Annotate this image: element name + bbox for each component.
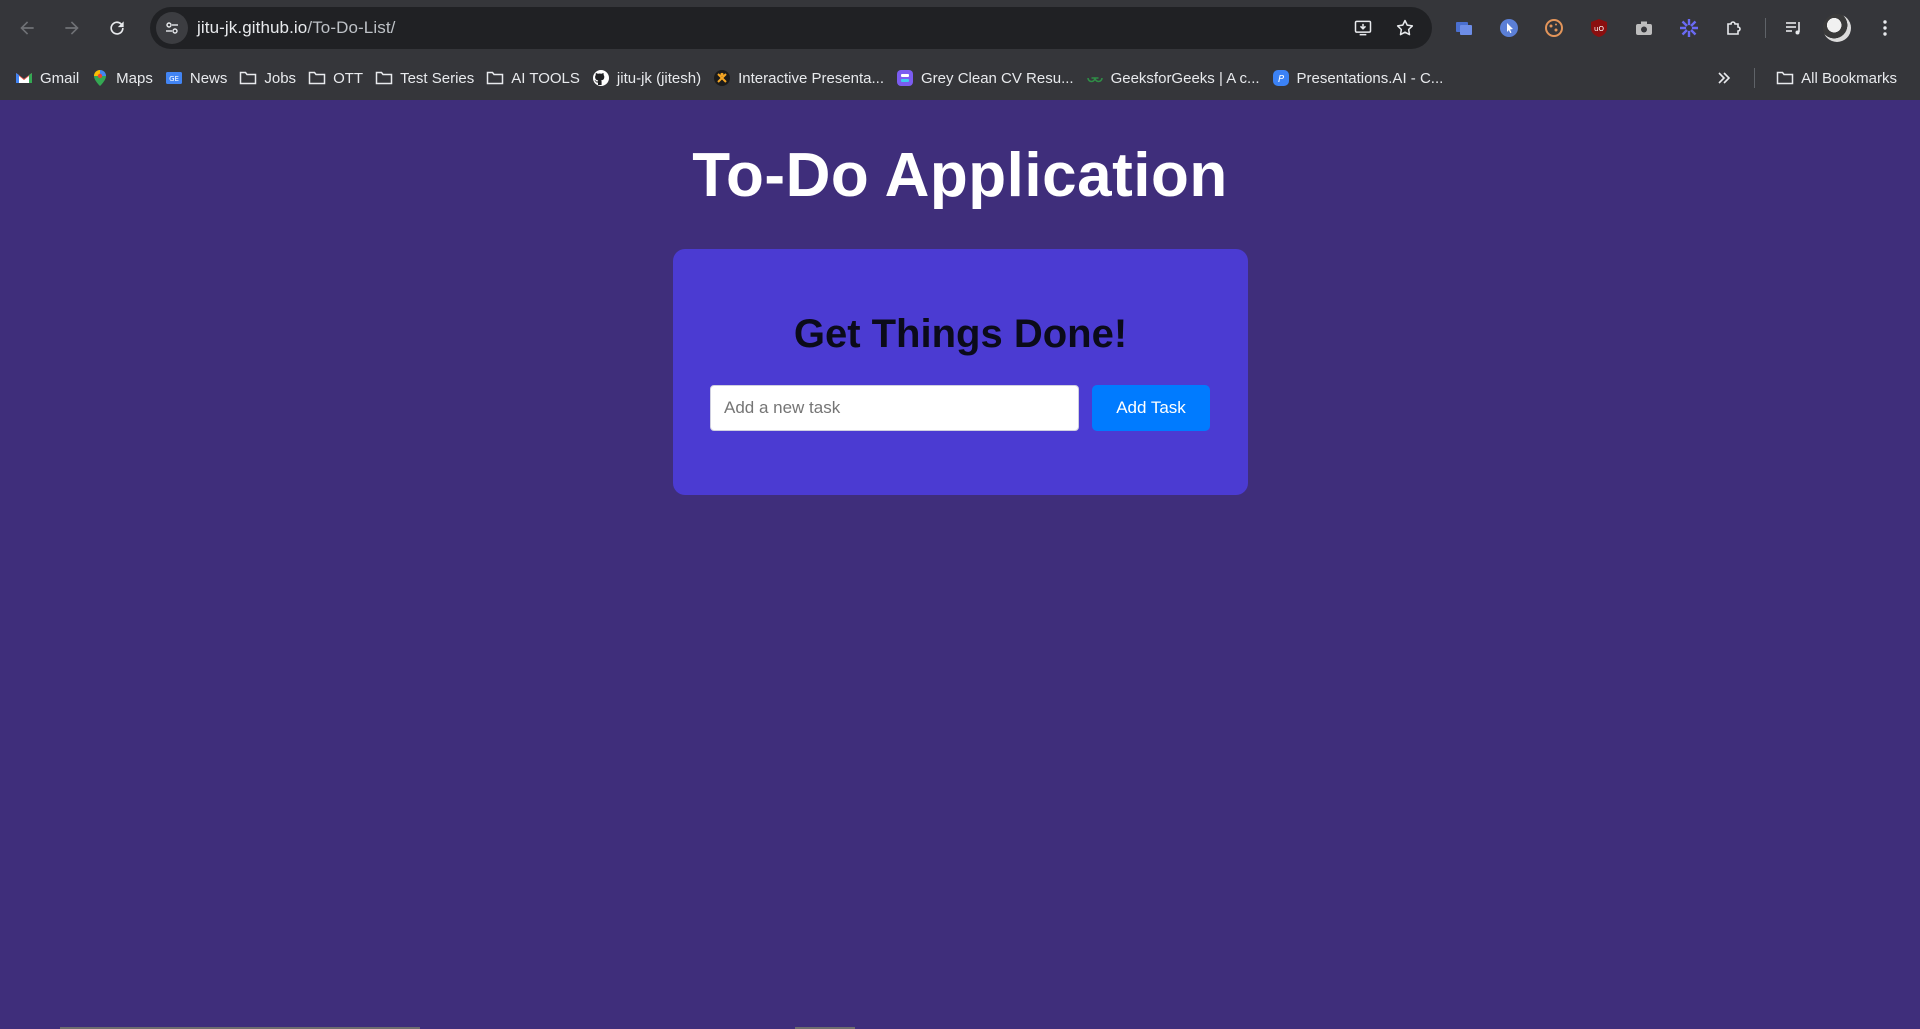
bookmark-interactive-presentation[interactable]: Interactive Presenta... (710, 62, 893, 94)
all-bookmarks-label: All Bookmarks (1801, 69, 1897, 87)
todo-card: Get Things Done! Add Task (673, 249, 1248, 495)
chevron-double-right-icon (1718, 72, 1731, 84)
extension-ublock[interactable]: uO (1583, 12, 1615, 44)
page-content: To-Do Application Get Things Done! Add T… (0, 100, 1920, 1029)
cookie-icon (1545, 19, 1563, 37)
cursor-icon (1500, 19, 1518, 37)
bookmarks-bar: Gmail Maps GE News Jobs OTT Test Series … (0, 56, 1920, 100)
bookmark-gmail[interactable]: Gmail (12, 62, 88, 94)
bookmark-label: Interactive Presenta... (738, 69, 885, 87)
all-bookmarks-button[interactable]: All Bookmarks (1773, 62, 1906, 94)
bookmark-label: Test Series (400, 69, 475, 87)
presentations-ai-icon: P (1272, 69, 1290, 87)
bookmark-label: AI TOOLS (511, 69, 580, 87)
bookmark-label: jitu-jk (jitesh) (616, 69, 702, 87)
folder-icon (308, 69, 326, 87)
folder-icon (486, 69, 504, 87)
gmail-icon (15, 69, 33, 87)
camera-icon (1636, 21, 1652, 35)
bookmark-folder-test-series[interactable]: Test Series (372, 62, 483, 94)
new-task-input[interactable] (710, 385, 1079, 431)
ublock-icon: uO (1591, 19, 1607, 37)
profile-avatar[interactable] (1823, 14, 1851, 42)
bookmark-label: Presentations.AI - C... (1296, 69, 1444, 87)
canva-icon (896, 69, 914, 87)
folder-icon (375, 69, 393, 87)
reload-button[interactable] (99, 10, 135, 46)
extensions-area: uO (1448, 12, 1901, 44)
folder-icon (239, 69, 257, 87)
queue-music-icon (1786, 22, 1800, 35)
tune-icon (166, 22, 178, 34)
address-bar[interactable]: jitu-jk.github.io/To-Do-List/ (150, 7, 1432, 49)
bookmarks-overflow-button[interactable] (1710, 64, 1738, 92)
install-app-button[interactable] (1350, 15, 1376, 41)
bookmark-label: News (189, 69, 228, 87)
bookmark-label: Gmail (40, 69, 80, 87)
forward-arrow-icon (65, 21, 79, 35)
toolbar-separator (1765, 18, 1766, 38)
bookmark-news[interactable]: GE News (162, 62, 237, 94)
bookmark-label: OTT (333, 69, 364, 87)
star-icon (1396, 19, 1414, 36)
site-info-button[interactable] (156, 12, 188, 44)
bookmark-folder-jobs[interactable]: Jobs (236, 62, 305, 94)
extension-tab-manager[interactable] (1448, 12, 1480, 44)
burst-icon (1680, 19, 1698, 37)
folder-icon (1776, 69, 1794, 87)
bookmark-maps[interactable]: Maps (88, 62, 162, 94)
bookmark-star-button[interactable] (1392, 15, 1418, 41)
add-task-button[interactable]: Add Task (1092, 385, 1210, 431)
geeksforgeeks-icon (1086, 69, 1104, 87)
maps-icon (91, 69, 109, 87)
bookmark-label: Jobs (264, 69, 297, 87)
url-path: /To-Do-List/ (307, 18, 396, 37)
browser-toolbar: jitu-jk.github.io/To-Do-List/ uO (0, 0, 1920, 56)
bookmark-github[interactable]: jitu-jk (jitesh) (589, 62, 710, 94)
url-host: jitu-jk.github.io (197, 18, 308, 37)
presentation-icon (713, 69, 731, 87)
bookmarks-separator (1754, 68, 1756, 88)
more-vert-icon (1883, 20, 1887, 36)
svg-text:P: P (1278, 74, 1285, 85)
news-icon: GE (165, 69, 183, 87)
card-title: Get Things Done! (793, 312, 1128, 356)
github-icon (592, 69, 610, 87)
media-controls-button[interactable] (1778, 12, 1810, 44)
extensions-menu-button[interactable] (1718, 12, 1750, 44)
back-button[interactable] (9, 10, 45, 46)
svg-text:GE: GE (169, 75, 179, 83)
windows-icon (1456, 22, 1472, 35)
reload-icon (110, 21, 124, 35)
bookmark-geeksforgeeks[interactable]: GeeksforGeeks | A c... (1083, 62, 1269, 94)
extension-screenshot[interactable] (1628, 12, 1660, 44)
forward-button[interactable] (54, 10, 90, 46)
bookmark-label: GeeksforGeeks | A c... (1110, 69, 1260, 87)
bookmark-folder-ai-tools[interactable]: AI TOOLS (483, 62, 589, 94)
puzzle-icon (1727, 21, 1741, 35)
extension-burst[interactable] (1673, 12, 1705, 44)
extension-cursor[interactable] (1493, 12, 1525, 44)
svg-text:uO: uO (1594, 25, 1604, 33)
install-icon (1354, 20, 1372, 36)
browser-menu-button[interactable] (1869, 12, 1901, 44)
browser-chrome: jitu-jk.github.io/To-Do-List/ uO Gmail M… (0, 0, 1920, 100)
bookmark-label: Maps (116, 69, 153, 87)
bookmark-presentations-ai[interactable]: P Presentations.AI - C... (1269, 62, 1453, 94)
bookmark-folder-ott[interactable]: OTT (305, 62, 372, 94)
extension-cookie[interactable] (1538, 12, 1570, 44)
back-arrow-icon (20, 21, 34, 35)
url-text[interactable]: jitu-jk.github.io/To-Do-List/ (197, 18, 395, 38)
bookmark-cv-resume[interactable]: Grey Clean CV Resu... (893, 62, 1083, 94)
bookmark-label: Grey Clean CV Resu... (921, 69, 1074, 87)
app-title: To-Do Application (692, 141, 1228, 210)
